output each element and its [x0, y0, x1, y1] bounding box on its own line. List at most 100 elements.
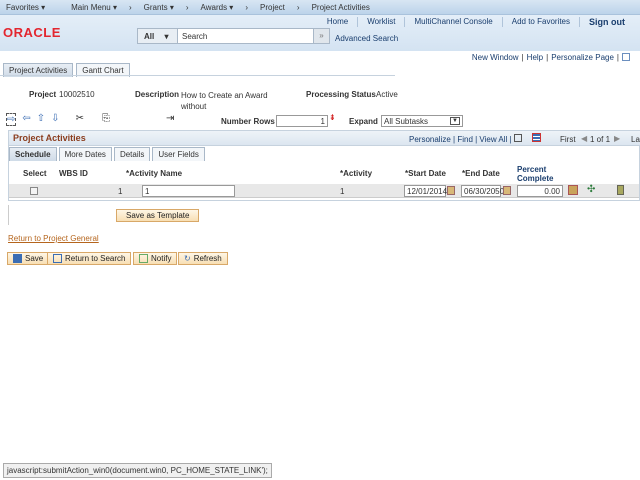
chevron-down-icon: ▼ — [450, 117, 460, 125]
subtab-more-dates[interactable]: More Dates — [58, 147, 112, 161]
activities-grid: Project Activities Personalize | Find | … — [8, 130, 640, 201]
search-icon — [53, 254, 62, 263]
worklist-link[interactable]: Worklist — [357, 17, 404, 27]
insert-icon[interactable]: ⇥ — [166, 113, 174, 126]
notify-label: Notify — [151, 254, 172, 263]
advanced-search-link[interactable]: Advanced Search — [335, 34, 398, 43]
personalize-page-link[interactable]: Personalize Page — [551, 53, 614, 62]
scope-value: All — [144, 32, 155, 41]
expand-label: Expand — [349, 117, 378, 126]
col-activity: *Activity — [340, 169, 373, 178]
grid-links[interactable]: Personalize | Find | View All | — [409, 135, 512, 144]
move-down-icon[interactable]: ⇩ — [51, 113, 59, 126]
zoom-icon[interactable] — [514, 134, 522, 142]
sign-out-link[interactable]: Sign out — [579, 17, 634, 27]
refresh-label: Refresh — [193, 254, 222, 263]
expand-select[interactable]: All Subtasks ▼ — [381, 115, 463, 127]
outdent-icon[interactable]: ⇦ — [22, 113, 30, 126]
top-navigation: Favorites ▾ Main Menu ▾ › Grants ▾ › Awa… — [0, 0, 640, 15]
description-label: Description — [135, 90, 180, 99]
save-button[interactable]: Save — [7, 252, 50, 265]
activity-name-input[interactable]: 1 — [142, 185, 235, 197]
grid-title: Project Activities — [13, 133, 86, 143]
description-value: How to Create an Award without — [181, 91, 268, 111]
add-favorites-link[interactable]: Add to Favorites — [501, 17, 579, 27]
new-window-link[interactable]: New Window — [472, 53, 519, 62]
project-label: Project — [29, 90, 57, 99]
end-date-input[interactable]: 06/30/2050 — [461, 185, 504, 197]
table-row: 1 1 1 12/01/2014 06/30/2050 0.00 ✣ — [9, 184, 639, 198]
save-label: Save — [25, 254, 44, 263]
subtab-schedule[interactable]: Schedule — [9, 147, 57, 161]
return-to-search-button[interactable]: Return to Search — [47, 252, 132, 265]
col-end-date: *End Date — [462, 169, 500, 178]
detail-icon[interactable] — [568, 185, 578, 195]
nav-sep: › — [245, 2, 248, 12]
search-input[interactable]: Search — [178, 29, 313, 43]
number-rows-input[interactable]: 1 — [276, 115, 328, 127]
header-links: Home Worklist MultiChannel Console Add t… — [318, 17, 634, 27]
divider — [8, 205, 9, 225]
nav-favorites[interactable]: Favorites ▾ — [6, 3, 45, 12]
prev-icon[interactable]: ◀ — [581, 134, 587, 143]
select-checkbox[interactable] — [30, 187, 38, 195]
header: ORACLE Home Worklist MultiChannel Consol… — [0, 15, 640, 51]
first-link[interactable]: First — [560, 135, 576, 144]
last-link[interactable]: La — [631, 135, 640, 144]
nav-project-activities[interactable]: Project Activities — [312, 3, 370, 12]
col-select: Select — [23, 169, 47, 178]
nav-awards[interactable]: Awards ▾ — [201, 3, 234, 12]
multichannel-link[interactable]: MultiChannel Console — [404, 17, 501, 27]
col-wbs-id: WBS ID — [59, 169, 88, 178]
home-link[interactable]: Home — [318, 17, 357, 27]
save-icon — [13, 254, 22, 263]
refresh-button[interactable]: ↻ Refresh — [178, 252, 228, 265]
project-value: 10002510 — [59, 90, 95, 99]
resources-icon[interactable]: ✣ — [587, 184, 595, 195]
tab-divider — [0, 75, 395, 76]
status-label: Processing Status — [306, 90, 376, 99]
help-link[interactable]: Help — [527, 53, 543, 62]
paste-icon[interactable]: ⎘ — [102, 113, 110, 126]
col-start-date: *Start Date — [405, 169, 446, 178]
menu-icon[interactable] — [622, 53, 630, 61]
oracle-logo: ORACLE — [3, 25, 61, 40]
calendar-icon[interactable] — [503, 186, 511, 195]
return-to-project-general-link[interactable]: Return to Project General — [8, 234, 99, 243]
percent-complete-input[interactable]: 0.00 — [517, 185, 563, 197]
row-toolbar: ⇨ ⇦ ⇧ ⇩ ✂ ⎘ ⇥ — [6, 113, 174, 126]
insert-rows-icon[interactable]: ⇟ — [329, 113, 336, 122]
row-count: 1 of 1 — [590, 135, 611, 144]
search-bar: All ▾ Search » — [137, 28, 330, 44]
status-value: Active — [376, 90, 398, 99]
subtab-details[interactable]: Details — [113, 147, 151, 161]
search-go-icon[interactable]: » — [313, 29, 329, 43]
nav-sep: › — [128, 2, 132, 12]
expand-value: All Subtasks — [384, 117, 429, 126]
return-label: Return to Search — [65, 254, 126, 263]
download-icon[interactable] — [532, 133, 541, 142]
grid-header: Project Activities Personalize | Find | … — [9, 131, 640, 146]
indent-icon[interactable]: ⇨ — [6, 113, 17, 126]
wbs-id: 1 — [118, 187, 123, 196]
nav-main-menu[interactable]: Main Menu ▾ — [71, 3, 117, 12]
nav-project[interactable]: Project — [260, 3, 285, 12]
calendar-icon[interactable] — [447, 186, 455, 195]
grid-subtabs: Schedule More Dates Details User Fields — [9, 147, 205, 161]
chevron-down-icon: ▾ — [164, 32, 169, 41]
col-percent-complete: Percent Complete — [517, 165, 554, 183]
notes-icon[interactable] — [617, 185, 624, 195]
cut-icon[interactable]: ✂ — [76, 113, 84, 126]
nav-grants[interactable]: Grants ▾ — [144, 3, 174, 12]
page-links: New Window | Help | Personalize Page | — [472, 53, 630, 62]
move-up-icon[interactable]: ⇧ — [37, 113, 45, 126]
nav-sep: › — [296, 2, 300, 12]
next-icon[interactable]: ▶ — [614, 134, 620, 143]
subtab-user-fields[interactable]: User Fields — [152, 147, 205, 161]
notify-button[interactable]: Notify — [133, 252, 178, 265]
search-scope-select[interactable]: All ▾ — [138, 29, 178, 43]
save-as-template-button[interactable]: Save as Template — [116, 209, 200, 222]
start-date-input[interactable]: 12/01/2014 — [404, 185, 447, 197]
activity-value: 1 — [340, 187, 345, 196]
number-rows-label: Number Rows — [221, 117, 275, 126]
